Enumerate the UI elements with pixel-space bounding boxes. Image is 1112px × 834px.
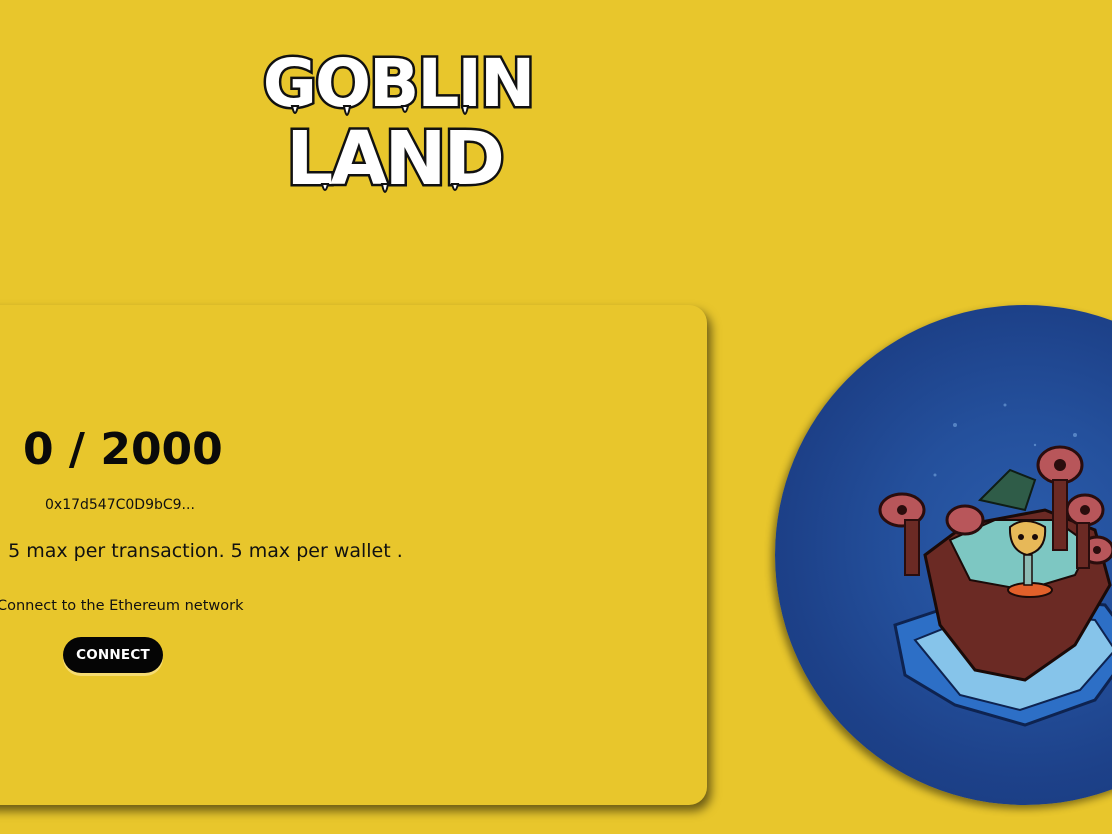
network-instruction: Connect to the Ethereum network — [0, 598, 244, 614]
connect-button[interactable]: CONNECT — [63, 637, 163, 673]
svg-text:LAND: LAND — [286, 116, 502, 198]
page: GOBLIN LAND 0 / 2000 0x17d547C0D9bC9... … — [0, 0, 1112, 834]
goblin-island-artwork — [775, 305, 1112, 805]
svg-text:GOBLIN: GOBLIN — [263, 45, 533, 122]
goblin-land-logo: GOBLIN LAND — [262, 36, 534, 199]
contract-address[interactable]: 0x17d547C0D9bC9... — [45, 497, 195, 513]
mint-counter: 0 / 2000 — [23, 424, 223, 475]
mint-limits-text: . 5 max per transaction. 5 max per walle… — [0, 540, 403, 562]
